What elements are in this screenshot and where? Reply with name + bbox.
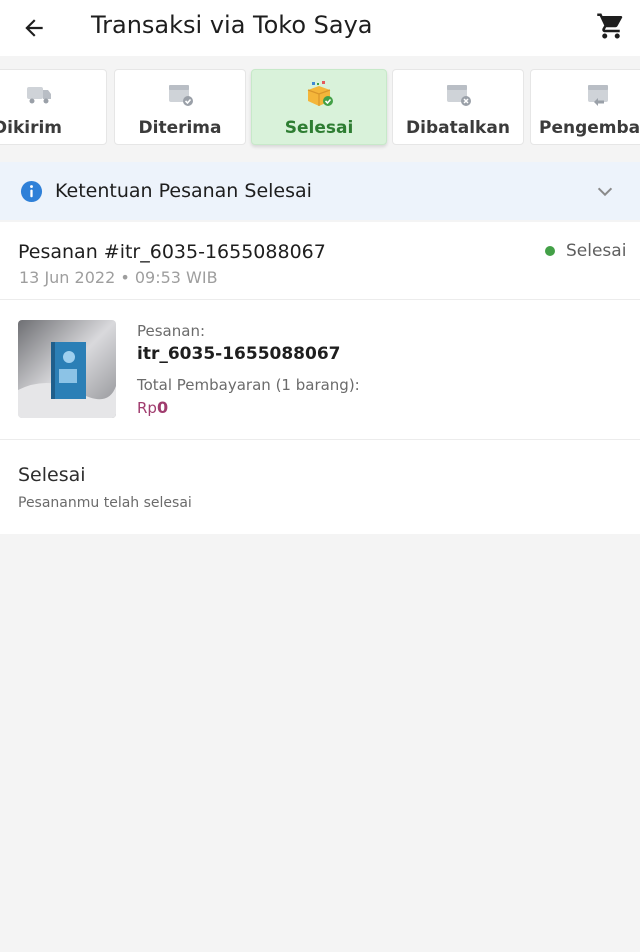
order-label: Pesanan: (137, 322, 206, 340)
order-status-tabs: Dikirim Diterima Selesai Dibatalkan Peng… (0, 56, 640, 160)
tab-selesai[interactable]: Selesai (251, 69, 387, 145)
tab-label: Dibatalkan (406, 118, 510, 138)
order-date: 13 Jun 2022 • 09:53 WIB (19, 268, 218, 287)
product-thumbnail (18, 320, 116, 418)
shopping-cart-icon (597, 13, 623, 39)
divider (0, 439, 640, 440)
page-title: Transaksi via Toko Saya (91, 11, 373, 39)
banner-title: Ketentuan Pesanan Selesai (55, 180, 312, 202)
package-cancel-icon (447, 85, 471, 106)
package-return-icon (588, 85, 608, 106)
info-icon (20, 180, 43, 203)
total-label: Total Pembayaran (1 barang): (137, 376, 360, 394)
completion-title: Selesai (18, 464, 86, 486)
arrow-left-icon (25, 19, 43, 37)
tab-diterima[interactable]: Diterima (114, 69, 246, 145)
tab-dikirim[interactable]: Dikirim (0, 69, 107, 145)
tab-pengembalian[interactable]: Pengembalia (530, 69, 640, 145)
status-dot (545, 246, 555, 256)
tab-label: Selesai (284, 118, 354, 138)
back-button[interactable] (16, 10, 52, 46)
tab-label: Diterima (138, 118, 222, 138)
tab-label: Dikirim (0, 118, 62, 138)
total-value: Rp0 (137, 398, 168, 417)
app-bar: Transaksi via Toko Saya (0, 0, 640, 56)
amount: 0 (156, 398, 169, 417)
cart-button[interactable] (594, 9, 628, 43)
order-id: Pesanan #itr_6035-1655088067 (18, 241, 326, 263)
tab-dibatalkan[interactable]: Dibatalkan (392, 69, 524, 145)
order-number: itr_6035-1655088067 (137, 344, 341, 364)
tab-label: Pengembalia (539, 118, 640, 138)
box-check-icon (307, 81, 333, 106)
currency: Rp (137, 399, 157, 417)
order-terms-banner[interactable]: Ketentuan Pesanan Selesai (0, 162, 640, 220)
completion-subtitle: Pesananmu telah selesai (18, 495, 192, 511)
status-badge: Selesai (566, 241, 627, 261)
chevron-down-icon[interactable] (594, 181, 616, 203)
package-received-icon (169, 85, 193, 106)
order-card[interactable]: Pesanan #itr_6035-1655088067 13 Jun 2022… (0, 222, 640, 534)
truck-icon (26, 87, 51, 104)
divider (0, 299, 640, 300)
